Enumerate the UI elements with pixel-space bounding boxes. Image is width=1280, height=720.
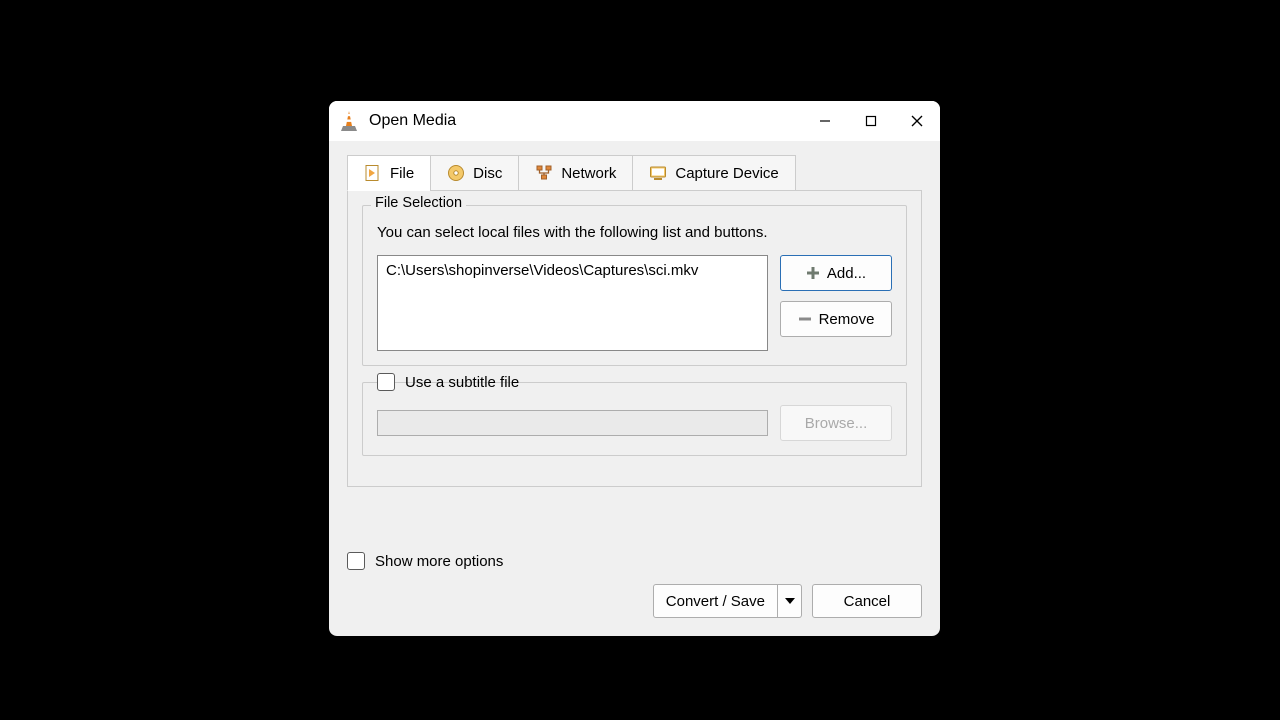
tab-file-label: File xyxy=(390,165,414,182)
convert-save-label: Convert / Save xyxy=(666,593,765,610)
file-list[interactable]: C:\Users\shopinverse\Videos\Captures\sci… xyxy=(377,255,768,351)
tab-file[interactable]: File xyxy=(347,155,431,191)
remove-button[interactable]: Remove xyxy=(780,301,892,337)
file-icon xyxy=(364,164,382,182)
convert-save-main[interactable]: Convert / Save xyxy=(653,584,778,618)
titlebar: Open Media xyxy=(329,101,940,141)
network-icon xyxy=(535,164,553,182)
maximize-icon xyxy=(865,115,877,127)
file-selection-legend: File Selection xyxy=(371,195,466,211)
add-button[interactable]: Add... xyxy=(780,255,892,291)
close-icon xyxy=(910,114,924,128)
open-media-dialog: Open Media File xyxy=(329,101,940,636)
remove-button-label: Remove xyxy=(819,311,875,328)
file-list-item[interactable]: C:\Users\shopinverse\Videos\Captures\sci… xyxy=(386,262,759,279)
dialog-body: File Disc Network xyxy=(329,141,940,636)
convert-save-dropdown[interactable] xyxy=(778,584,802,618)
cancel-button-label: Cancel xyxy=(844,593,891,610)
convert-save-button[interactable]: Convert / Save xyxy=(653,584,802,618)
file-selection-help: You can select local files with the foll… xyxy=(377,224,892,241)
tab-capture[interactable]: Capture Device xyxy=(632,155,795,191)
tab-panel-file: File Selection You can select local file… xyxy=(347,190,922,487)
show-more-checkbox[interactable] xyxy=(347,552,365,570)
minimize-button[interactable] xyxy=(802,101,848,141)
subtitle-group: Use a subtitle file Browse... xyxy=(362,382,907,456)
close-button[interactable] xyxy=(894,101,940,141)
subtitle-checkbox-label: Use a subtitle file xyxy=(405,374,519,391)
disc-icon xyxy=(447,164,465,182)
tab-network-label: Network xyxy=(561,165,616,182)
minimize-icon xyxy=(819,115,831,127)
add-button-label: Add... xyxy=(827,265,866,282)
cancel-button[interactable]: Cancel xyxy=(812,584,922,618)
tab-bar: File Disc Network xyxy=(347,155,922,191)
tab-network[interactable]: Network xyxy=(518,155,633,191)
chevron-down-icon xyxy=(785,598,795,604)
subtitle-checkbox[interactable] xyxy=(377,373,395,391)
capture-icon xyxy=(649,164,667,182)
window-title: Open Media xyxy=(369,112,456,130)
browse-button: Browse... xyxy=(780,405,892,441)
tab-capture-label: Capture Device xyxy=(675,165,778,182)
maximize-button[interactable] xyxy=(848,101,894,141)
browse-button-label: Browse... xyxy=(805,415,868,432)
tab-disc[interactable]: Disc xyxy=(430,155,519,191)
subtitle-path-input xyxy=(377,410,768,436)
plus-icon xyxy=(806,266,820,280)
file-selection-group: File Selection You can select local file… xyxy=(362,205,907,366)
tab-disc-label: Disc xyxy=(473,165,502,182)
minus-icon xyxy=(798,312,812,326)
vlc-icon xyxy=(339,110,359,132)
show-more-label: Show more options xyxy=(375,553,503,570)
